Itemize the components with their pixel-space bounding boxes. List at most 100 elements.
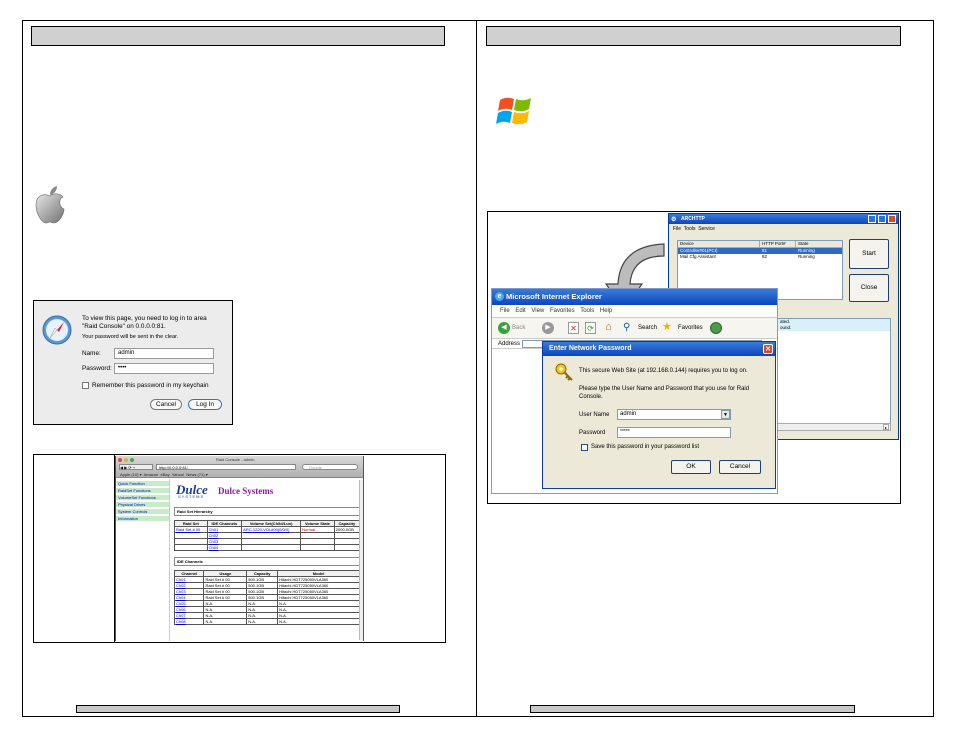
safari-sidebar: Quick Function RaidSet Functions VolumeS… [116, 479, 170, 641]
mac-login-dialog: To view this page, you need to log in to… [33, 300, 233, 425]
log-line: ound. [778, 325, 890, 331]
dulce-logo-sub: SYSTEMS [178, 494, 205, 499]
netpw-instruction-line1: Please type the User Name and Password t… [579, 386, 750, 392]
favorites-button-label[interactable]: Favorites [678, 325, 703, 331]
save-password-checkbox[interactable] [581, 444, 588, 451]
ok-button[interactable]: OK [671, 460, 711, 474]
search-icon[interactable]: ⚲ [623, 321, 636, 334]
safari-nav-buttons[interactable]: ◀ ▶ ⟳ + [119, 464, 153, 470]
netpw-instruction-line2: Console. [579, 394, 603, 400]
archttp-menubar: File Tools Service [669, 224, 898, 234]
home-icon[interactable]: ⌂ [602, 321, 615, 334]
dialog-message-line1: To view this page, you need to log in to… [82, 315, 207, 322]
netpw-cancel-button[interactable]: Cancel [719, 460, 761, 474]
archttp-menu-file[interactable]: File [673, 226, 681, 232]
refresh-icon[interactable]: ⟳ [585, 322, 596, 334]
name-label: Name: [82, 350, 101, 357]
minimize-dot-icon[interactable] [124, 458, 128, 462]
col-device: Device [678, 241, 760, 247]
bookmark-item[interactable]: eBay [161, 472, 170, 477]
minimize-icon[interactable] [868, 215, 876, 223]
history-icon[interactable] [710, 322, 722, 334]
table-cell [300, 544, 335, 551]
start-button[interactable]: Start [849, 239, 889, 269]
raid-section-title: Raid Set Hierarchy [174, 507, 360, 516]
name-input[interactable]: admin [114, 348, 214, 359]
bookmark-item[interactable]: Apple (10) ▾ [120, 472, 142, 477]
password-label: Password: [82, 365, 112, 372]
username-input[interactable]: admin [617, 409, 731, 420]
right-footer-bar [530, 705, 855, 713]
table-cell: N.A. [277, 618, 360, 625]
zoom-dot-icon[interactable] [130, 458, 134, 462]
remember-checkbox[interactable] [82, 382, 89, 389]
archttp-h-scrollbar[interactable]: ▸ [777, 423, 891, 431]
table-cell-link[interactable]: Ch08 [173, 618, 205, 625]
ie-menu-help[interactable]: Help [600, 308, 612, 314]
archttp-list-header: Device HTTP Port# State [678, 241, 842, 248]
sidebar-item-information[interactable]: Information [116, 516, 169, 521]
safari-search-field[interactable]: Google [302, 464, 358, 470]
password-input[interactable]: •••• [114, 363, 214, 374]
table-row: Ch08 N.A. N.A. N.A. [173, 618, 360, 625]
ide-channels-table: Channel Usage Capacity Model Ch01 Raid Set # … [173, 570, 360, 625]
netpw-close-icon[interactable]: ✕ [763, 344, 773, 354]
archttp-menu-service[interactable]: Service [698, 226, 715, 232]
device-cell: Mail Cfg Assistant [680, 254, 716, 259]
ie-menu-favorites[interactable]: Favorites [550, 308, 575, 314]
address-label: Address [498, 341, 521, 347]
bookmark-item[interactable]: Yahoo! [172, 472, 184, 477]
sidebar-item-raidset[interactable]: RaidSet Functions [116, 488, 169, 493]
raid-set-table: Raid Set IDE Channels Volume Set(Ch/Id/Lun… [174, 520, 361, 551]
ie-menu-file[interactable]: File [500, 308, 510, 314]
safari-scrollbar[interactable] [359, 480, 363, 640]
scroll-right-icon[interactable]: ▸ [883, 424, 889, 430]
back-button-label[interactable]: Back [512, 325, 525, 331]
sidebar-item-system-controls[interactable]: System Controls [116, 509, 169, 514]
ie-logo-icon: e [495, 292, 504, 301]
table-row: Ch04 [174, 544, 361, 551]
close-icon[interactable] [888, 215, 896, 223]
forward-arrow-icon[interactable]: ▶ [542, 322, 554, 334]
back-arrow-icon[interactable]: ◀ [498, 322, 510, 334]
ie-menu-edit[interactable]: Edit [515, 308, 525, 314]
ie-menu-view[interactable]: View [531, 308, 544, 314]
archttp-titlebar: ⚙ ARCHTTP [669, 214, 898, 224]
cancel-button[interactable]: Cancel [150, 399, 182, 410]
chevron-down-icon[interactable]: ▼ [721, 410, 730, 419]
safari-title: Raid Console - admin [216, 457, 255, 462]
password-input[interactable]: ***** [617, 427, 731, 438]
page-divider [476, 20, 477, 717]
table-cell [333, 544, 361, 551]
sidebar-item-quick-function[interactable]: Quick Function [116, 481, 169, 486]
ie-menu-tools[interactable]: Tools [580, 308, 594, 314]
favorites-star-icon[interactable]: ★ [662, 321, 675, 334]
table-header-cell: Volume Set(Ch/Id/Lun) [241, 520, 302, 527]
table-cell-link[interactable]: Ch04 [206, 544, 243, 551]
bookmark-item[interactable]: News (71) ▾ [186, 472, 207, 477]
windows-logo-icon [496, 97, 531, 125]
login-button[interactable]: Log In [188, 399, 222, 410]
col-port: HTTP Port# [760, 241, 796, 247]
ie-title: Microsoft Internet Explorer [506, 292, 602, 301]
password-label: Password [579, 430, 606, 436]
safari-url-field[interactable]: http://0.0.0.0:81/ [156, 464, 296, 470]
brand-header: Dulce SYSTEMS Dulce Systems [174, 481, 360, 501]
bookmark-item[interactable]: Amazon [144, 472, 159, 477]
table-cell [241, 544, 302, 551]
sidebar-item-volumeset[interactable]: VolumeSet Functions [116, 495, 169, 500]
table-header-cell: Volume State [300, 520, 335, 527]
sidebar-item-physical-drives[interactable]: Physical Drives [116, 502, 169, 507]
search-button-label[interactable]: Search [638, 325, 657, 331]
archttp-close-button[interactable]: Close [849, 274, 889, 302]
archttp-menu-tools[interactable]: Tools [684, 226, 696, 232]
dialog-message-line2: "Raid Console" on 0.0.0.0:81. [82, 323, 166, 330]
maximize-icon[interactable] [878, 215, 886, 223]
stop-icon[interactable]: ✕ [568, 322, 579, 334]
dialog-note: Your password will be sent in the clear. [82, 334, 179, 340]
close-dot-icon[interactable] [118, 458, 122, 462]
table-cell: N.A. [203, 618, 248, 625]
table-row[interactable]: Mail Cfg Assistant 82 Running [678, 254, 842, 260]
left-header-bar [31, 26, 445, 46]
safari-window: Raid Console - admin ◀ ▶ ⟳ + http://0.0.… [115, 456, 364, 641]
